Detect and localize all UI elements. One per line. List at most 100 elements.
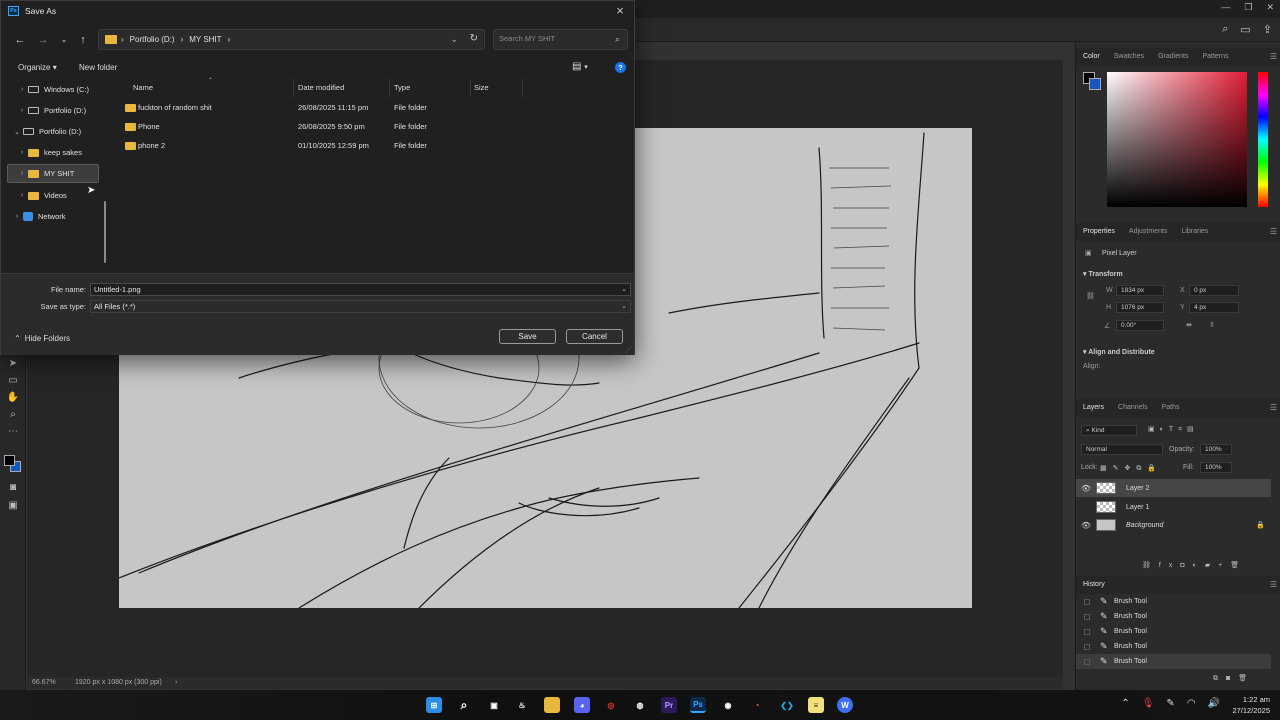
close-icon[interactable]: × [612, 3, 628, 18]
app-w-icon[interactable]: W [837, 697, 853, 713]
record-app-icon[interactable]: ◎ [603, 697, 619, 713]
flip-vertical-icon[interactable]: ⇳ [1209, 321, 1215, 329]
nav-item-portfolio-d[interactable]: › Portfolio (D:) [7, 101, 99, 120]
link-icon[interactable]: ⛓ [1086, 292, 1095, 300]
pen-icon[interactable]: ✎ [1166, 698, 1174, 709]
tray-overflow-chevron-icon[interactable]: ⌃ [1121, 698, 1129, 709]
history-item[interactable]: ✎ Brush Tool [1076, 639, 1271, 654]
tab-layers[interactable]: Layers [1076, 399, 1111, 417]
x-field[interactable]: 0 px [1189, 285, 1239, 296]
breadcrumb-separator-icon[interactable]: › [228, 35, 231, 44]
workspace-icon[interactable]: ▭ [1240, 23, 1250, 36]
column-divider[interactable] [389, 79, 390, 97]
column-divider[interactable] [522, 79, 523, 97]
file-row[interactable]: phone 2 01/10/2025 12:59 pm File folder [115, 137, 634, 155]
chevron-right-icon[interactable]: › [16, 192, 28, 199]
help-icon[interactable]: ? [615, 62, 626, 73]
layer-row[interactable]: 👁 Layer 2 [1076, 479, 1271, 497]
height-field[interactable]: 1076 px [1116, 302, 1164, 313]
nav-item-windows-c[interactable]: › Windows (C:) [7, 80, 99, 99]
tab-paths[interactable]: Paths [1155, 399, 1187, 417]
refresh-icon[interactable]: ↻ [470, 33, 478, 44]
history-actions[interactable]: ⧉◙🗑 [1213, 674, 1255, 683]
file-row[interactable]: Phone 26/08/2025 9:50 pm File folder [115, 118, 634, 136]
chevron-down-icon[interactable]: ⌄ [621, 302, 627, 310]
flip-horizontal-icon[interactable]: ⇹ [1186, 321, 1192, 329]
search-icon[interactable]: ⌕ [1222, 23, 1228, 36]
breadcrumb-separator-icon[interactable]: › [181, 35, 184, 44]
column-divider[interactable] [293, 79, 294, 97]
recent-locations-chevron-icon[interactable]: ⌄ [56, 32, 72, 48]
angle-field[interactable]: 0.00° [1116, 320, 1164, 331]
minimize-icon[interactable]: — [1221, 2, 1230, 13]
panel-menu-icon[interactable]: ☰ [1270, 52, 1277, 61]
microphone-icon[interactable]: 🎙 [1142, 698, 1155, 709]
search-icon[interactable]: ⌕ [615, 34, 620, 45]
chevron-down-icon[interactable]: ⌄ [621, 285, 627, 293]
more-tools-icon[interactable]: ⋯ [0, 423, 26, 440]
history-item[interactable]: ✎ Brush Tool [1076, 609, 1271, 624]
chevron-right-icon[interactable]: › [16, 149, 28, 156]
visibility-eye-icon[interactable]: 👁 [1076, 484, 1096, 493]
tab-color[interactable]: Color [1076, 48, 1107, 66]
save-button[interactable]: Save [499, 329, 556, 344]
up-arrow-icon[interactable]: ↑ [75, 32, 91, 48]
nav-item-network[interactable]: › Network [7, 207, 99, 226]
chrome-profile-icon[interactable]: ◉ [720, 697, 736, 713]
organize-button[interactable]: Organize ▾ [18, 63, 57, 72]
nav-item-keep-sakes[interactable]: › keep sakes [7, 143, 99, 162]
background-color-chip[interactable] [1089, 78, 1101, 90]
chrome-icon[interactable]: ◍ [632, 697, 648, 713]
layer-filter-kind[interactable]: ⌕ Kind [1081, 425, 1137, 436]
column-header-size[interactable]: Size [474, 83, 489, 92]
close-icon[interactable]: ✕ [1266, 2, 1274, 13]
file-name-value[interactable]: Untitled-1.png [94, 285, 141, 294]
status-arrow-icon[interactable]: › [175, 679, 177, 686]
layer-row[interactable]: Layer 1 [1076, 498, 1271, 516]
width-field[interactable]: 1834 px [1116, 285, 1164, 296]
address-bar[interactable]: › Portfolio (D:) › MY SHIT › ⌄ ↻ [98, 29, 485, 50]
file-row[interactable]: fuckton of random shit 26/08/2025 11:15 … [115, 99, 634, 117]
marquee-tool-icon[interactable]: ▭ [0, 372, 26, 389]
share-icon[interactable]: ⇪ [1263, 23, 1272, 36]
notepad-icon[interactable]: ≡ [808, 697, 824, 713]
restore-icon[interactable]: ❐ [1244, 2, 1252, 13]
screen-mode-icon[interactable]: ▣ [0, 497, 26, 514]
task-view-icon[interactable]: ▣ [486, 697, 502, 713]
address-dropdown-icon[interactable]: ⌄ [450, 34, 458, 45]
forward-arrow-icon[interactable]: → [35, 32, 51, 48]
nav-item-portfolio-d-expanded[interactable]: ⌄ Portfolio (D:) [7, 122, 99, 141]
panel-menu-icon[interactable]: ☰ [1270, 403, 1277, 412]
chevron-down-icon[interactable]: ⌄ [11, 128, 23, 136]
layer-row[interactable]: 👁 Background 🔒 [1076, 516, 1271, 534]
file-explorer-icon[interactable] [544, 697, 560, 713]
hide-folders-button[interactable]: ⌃ Hide Folders [14, 334, 70, 343]
column-divider[interactable] [470, 79, 471, 97]
panel-menu-icon[interactable]: ☰ [1270, 227, 1277, 236]
new-folder-button[interactable]: New folder [79, 63, 117, 72]
tab-gradients[interactable]: Gradients [1151, 48, 1195, 66]
tab-patterns[interactable]: Patterns [1195, 48, 1235, 66]
tab-channels[interactable]: Channels [1111, 399, 1155, 417]
hue-slider[interactable] [1258, 72, 1268, 207]
save-as-type-select[interactable]: All Files (*.*) ⌄ [90, 300, 631, 313]
search-input[interactable] [499, 34, 604, 43]
tab-swatches[interactable]: Swatches [1107, 48, 1151, 66]
start-menu-icon[interactable]: ⊞ [426, 697, 442, 713]
transform-section[interactable]: ▾ Transform [1083, 270, 1123, 278]
breadcrumb-item[interactable]: MY SHIT [189, 35, 221, 44]
vscode-icon[interactable]: ❮❯ [779, 697, 795, 713]
lock-icons[interactable]: ▦✎✥⧉🔒 [1100, 464, 1162, 473]
quick-mask-icon[interactable]: ◙ [0, 479, 26, 496]
move-tool-icon[interactable]: ➤ [0, 355, 26, 372]
view-options-icon[interactable]: ▤ ▾ [572, 61, 588, 72]
chevron-right-icon[interactable]: › [11, 213, 23, 220]
visibility-eye-icon[interactable]: 👁 [1076, 521, 1096, 530]
premiere-pro-icon[interactable]: Pr [661, 697, 677, 713]
history-item[interactable]: ✎ Brush Tool [1076, 594, 1271, 609]
history-item[interactable]: ✎ Brush Tool [1076, 624, 1271, 639]
clock[interactable]: 1:22 am 27/12/2025 [1232, 694, 1270, 716]
tab-properties[interactable]: Properties [1076, 223, 1122, 241]
cancel-button[interactable]: Cancel [566, 329, 623, 344]
nav-item-videos[interactable]: › Videos [7, 186, 99, 205]
